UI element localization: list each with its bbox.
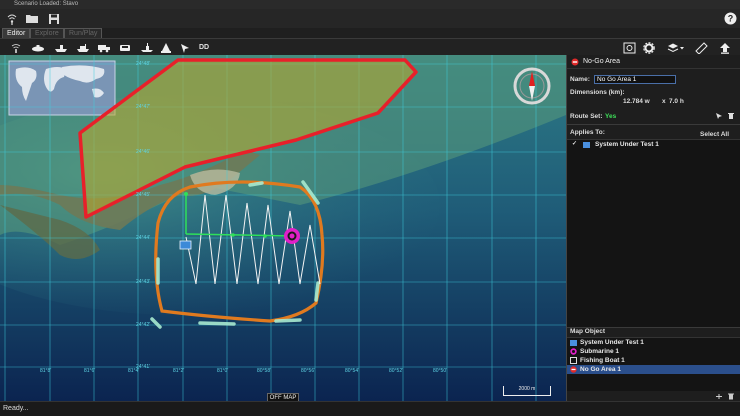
tab-bar: Editor Explore Run/Play xyxy=(0,28,740,38)
status-bar: Ready... xyxy=(0,401,740,416)
lon-label: 80°54' xyxy=(345,368,360,374)
tab-run-play[interactable]: Run/Play xyxy=(64,28,103,38)
boat-icon xyxy=(570,357,577,364)
ruler-icon[interactable] xyxy=(694,41,708,54)
checkbox-checked-icon[interactable]: ✓ xyxy=(572,140,577,149)
scale-bar: 2000 m xyxy=(503,386,551,396)
off-map-button[interactable]: OFF MAP xyxy=(267,393,299,401)
submarine-icon xyxy=(570,348,577,355)
applies-to-label: Applies To: xyxy=(570,129,605,136)
save-icon[interactable] xyxy=(46,11,62,26)
truck-icon[interactable] xyxy=(97,41,111,54)
dimension-x: x xyxy=(662,98,666,105)
lat-label: 24°43' xyxy=(136,279,151,285)
lon-label: 81°2' xyxy=(173,368,185,374)
panel-header: No-Go Area xyxy=(567,55,740,69)
satellite-map[interactable] xyxy=(0,55,566,401)
no-go-icon xyxy=(570,366,577,373)
vehicle-icon[interactable] xyxy=(118,41,132,54)
list-item[interactable]: Submarine 1 xyxy=(567,347,740,356)
compass-icon[interactable] xyxy=(513,67,551,105)
trash-icon[interactable] xyxy=(727,393,735,400)
dimension-height: 7.0 h xyxy=(669,98,684,105)
lon-label: 80°56' xyxy=(301,368,316,374)
lat-label: 24°46' xyxy=(136,149,151,155)
lon-label: 81°4' xyxy=(128,368,140,374)
name-label: Name: xyxy=(570,76,590,83)
system-under-test-marker[interactable] xyxy=(179,240,192,250)
lon-label: 81°8' xyxy=(40,368,52,374)
help-icon[interactable]: ? xyxy=(722,11,738,26)
lon-label: 80°52' xyxy=(389,368,404,374)
lat-label: 24°48' xyxy=(136,61,151,67)
main-toolbar: ? xyxy=(0,9,740,28)
lat-label: 24°42' xyxy=(136,322,151,328)
lon-label: 81°6' xyxy=(84,368,96,374)
lon-label: 81°0' xyxy=(217,368,229,374)
route-set-label: Route Set: xyxy=(570,113,603,120)
map-frame-icon[interactable] xyxy=(622,41,636,54)
svg-text:?: ? xyxy=(727,14,733,24)
buoy-icon[interactable] xyxy=(159,41,173,54)
panel-title: No-Go Area xyxy=(583,58,620,65)
gear-icon[interactable] xyxy=(642,41,656,54)
signal-icon[interactable] xyxy=(9,41,23,54)
lat-label: 24°47' xyxy=(136,104,151,110)
name-input[interactable] xyxy=(594,75,676,84)
route-set-value: Yes xyxy=(605,113,617,120)
tab-explore[interactable]: Explore xyxy=(30,28,64,38)
folder-icon[interactable] xyxy=(24,11,40,26)
system-icon xyxy=(583,142,590,148)
upload-icon[interactable] xyxy=(718,41,732,54)
list-item[interactable]: System Under Test 1 xyxy=(567,338,740,347)
submarine-icon[interactable] xyxy=(31,41,45,54)
dimension-width: 12.784 w xyxy=(623,98,650,105)
select-all-button[interactable]: Select All xyxy=(700,131,729,138)
no-go-icon xyxy=(571,58,579,66)
list-item-selected[interactable]: No Go Area 1 xyxy=(567,365,740,374)
boat-icon[interactable] xyxy=(76,41,90,54)
dd-button[interactable]: DD xyxy=(196,41,212,54)
map-object-list: System Under Test 1 Submarine 1 Fishing … xyxy=(567,337,740,391)
map-view[interactable]: 24°48' 24°47' 24°46' 24°45' 24°44' 24°43… xyxy=(0,55,566,401)
editor-toolbar: DD xyxy=(0,38,740,55)
properties-panel: No-Go Area Name: Dimensions (km): 12.784… xyxy=(566,55,740,401)
cursor-icon[interactable] xyxy=(715,112,723,120)
layers-icon[interactable] xyxy=(666,41,686,54)
applies-to-list: ✓ System Under Test 1 xyxy=(567,139,740,327)
map-object-header: Map Object xyxy=(570,328,606,335)
arrow-icon[interactable] xyxy=(178,41,192,54)
flag-icon[interactable] xyxy=(140,41,154,54)
ship-icon[interactable] xyxy=(54,41,68,54)
trash-icon[interactable] xyxy=(727,112,735,120)
dimensions-label: Dimensions (km): xyxy=(570,89,625,96)
list-item[interactable]: Fishing Boat 1 xyxy=(567,356,740,365)
lon-label: 80°58' xyxy=(257,368,272,374)
lat-label: 24°45' xyxy=(136,192,151,198)
system-icon xyxy=(570,340,577,346)
window-title: Scenario Loaded: Stavo xyxy=(0,0,740,9)
wifi-icon[interactable] xyxy=(4,11,20,26)
list-item[interactable]: ✓ System Under Test 1 xyxy=(567,140,740,149)
lon-label: 80°50' xyxy=(433,368,448,374)
lat-label: 24°44' xyxy=(136,235,151,241)
add-link-icon[interactable] xyxy=(715,393,723,400)
tab-editor[interactable]: Editor xyxy=(2,28,31,38)
